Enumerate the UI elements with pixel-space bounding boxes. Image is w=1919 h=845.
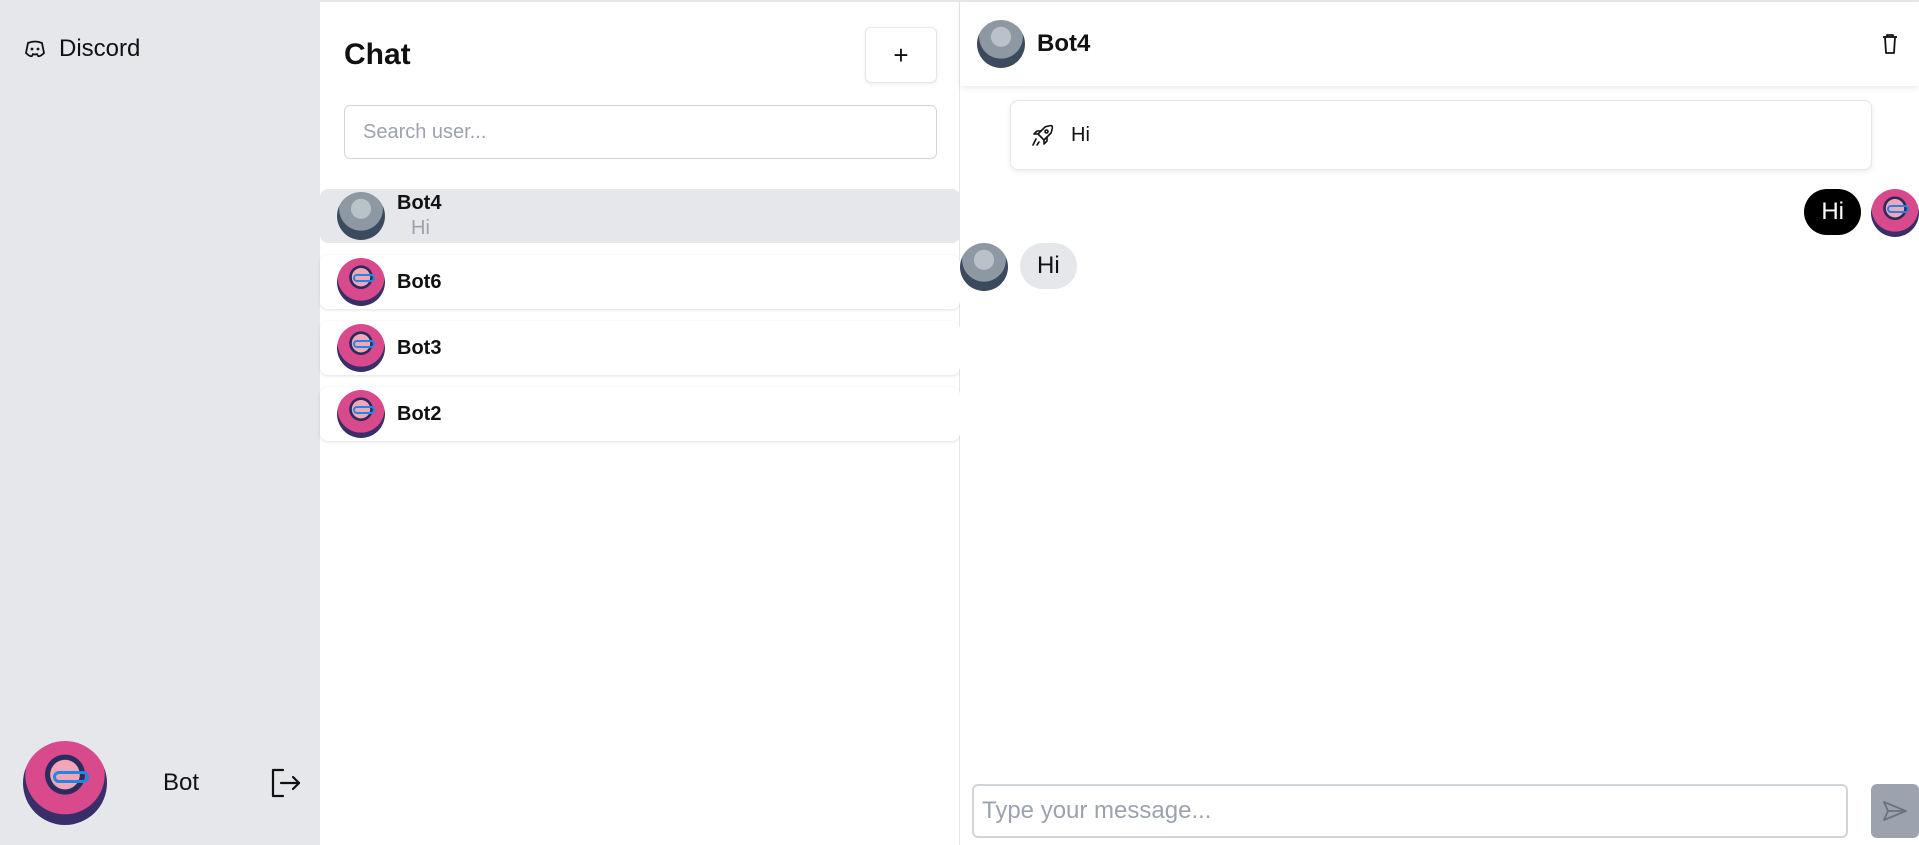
conversation-item-bot6[interactable]: Bot6 [320,255,960,309]
chat-list-panel: Chat + Bot4 Hi Bot6 Bot3 [320,2,960,845]
polar-bear-avatar [960,243,1008,291]
new-chat-button[interactable]: + [865,27,937,83]
conversation-header-name: Bot4 [1037,30,1091,57]
incoming-message: Hi [1020,243,1077,289]
conversation-name: Bot2 [397,402,442,425]
notice-card: Hi [1010,100,1872,170]
chat-list-title: Chat [344,38,411,71]
conversation-preview: Hi [411,217,430,239]
sidebar: Discord Bot [0,2,320,845]
brand[interactable]: Discord [23,35,140,63]
discord-icon [23,37,47,61]
send-icon [1883,801,1907,821]
profile-section: Bot [23,741,303,825]
polar-bear-avatar[interactable] [977,20,1025,68]
conversation-name: Bot4 [397,192,442,214]
conversation-name: Bot3 [397,336,442,359]
cartoon-avatar [337,324,385,372]
cartoon-avatar [337,258,385,306]
cartoon-avatar [1871,189,1919,237]
notice-text: Hi [1071,123,1090,146]
send-button[interactable] [1871,784,1919,838]
rocket-icon [1032,124,1054,146]
search-user-input[interactable] [344,105,937,159]
conversation-item-bot4[interactable]: Bot4 Hi [320,189,960,243]
logout-button[interactable] [268,765,303,801]
conversation-name: Bot6 [397,270,442,293]
brand-label: Discord [59,35,141,62]
app-root: Discord Bot Chat + Bot4 [0,0,1919,845]
polar-bear-avatar [337,192,385,240]
cartoon-avatar [337,390,385,438]
logout-icon [271,768,300,798]
conversation-item-bot2[interactable]: Bot2 [320,387,960,441]
conversation-header: Bot4 [960,2,1919,86]
user-avatar[interactable] [23,741,107,825]
trash-icon [1883,34,1897,54]
delete-conversation-button[interactable] [1879,32,1901,56]
conversation-item-bot3[interactable]: Bot3 [320,321,960,375]
conversation-panel: Bot4 Hi Hi Hi [960,2,1919,845]
profile-name: Bot [163,769,200,796]
message-input[interactable] [972,784,1848,838]
outgoing-message: Hi [1804,189,1861,235]
message-composer [972,784,1919,838]
conversation-list: Bot4 Hi Bot6 Bot3 Bot2 [320,189,960,453]
